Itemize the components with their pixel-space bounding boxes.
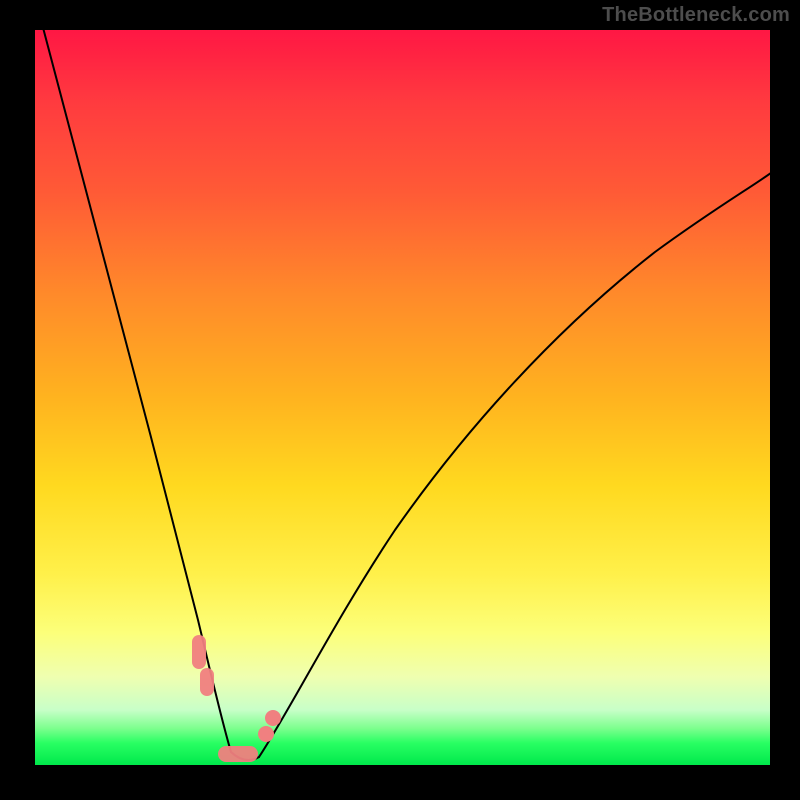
watermark-text: TheBottleneck.com	[602, 4, 790, 27]
marker-pill-left-lower	[200, 668, 214, 696]
plot-area	[35, 30, 770, 765]
chart-stage: TheBottleneck.com	[0, 0, 800, 800]
curve-right-branch	[259, 170, 770, 757]
marker-dot-right-upper	[265, 710, 281, 726]
marker-dot-right-lower	[258, 726, 274, 742]
marker-pill-valley	[218, 746, 258, 762]
bottleneck-curve	[41, 30, 770, 760]
curve-layer	[35, 30, 770, 765]
marker-pill-left-upper	[192, 635, 206, 669]
